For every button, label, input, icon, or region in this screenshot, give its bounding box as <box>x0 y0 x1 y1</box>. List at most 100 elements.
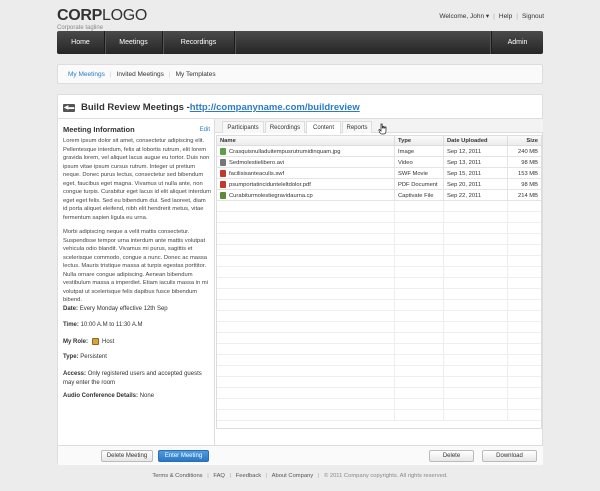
cell-name: Sedmolestielibero.avi <box>217 157 395 168</box>
file-icon <box>220 181 226 188</box>
date-label: Date: <box>63 306 79 312</box>
empty-table-row <box>217 201 541 212</box>
cell-type-text: PDF Document <box>398 181 438 188</box>
table-row[interactable]: Crasquisnulladuitempusrutrumidinquam.jpg… <box>217 146 541 157</box>
audio-value: None <box>139 393 155 399</box>
empty-table-row <box>217 322 541 333</box>
table-header: Name Type Date Uploaded Size <box>217 136 541 146</box>
access-label: Access: <box>63 371 87 377</box>
access-detail: Access: Only registered users and accept… <box>63 370 203 387</box>
subnav-my-meetings[interactable]: My Meetings <box>63 71 110 78</box>
empty-table-row <box>217 355 541 366</box>
file-icon <box>220 192 226 199</box>
page-footer: Terms & Conditions | FAQ | Feedback | Ab… <box>0 473 600 479</box>
logo[interactable]: CORPLOGO Corporate tagline <box>57 7 147 32</box>
cell-name: facilisisanteaculis.swf <box>217 168 395 179</box>
cell-name: Curabiturmolestiegravidaurna.cp <box>217 190 395 201</box>
footer-link-feedback[interactable]: Feedback <box>236 473 261 479</box>
nav-recordings[interactable]: Recordings <box>163 31 235 54</box>
type-label: Type: <box>63 354 79 360</box>
cell-date: Sep 22, 2011 <box>444 190 508 201</box>
cell-size-text: 214 MB <box>518 192 538 199</box>
divider: | <box>516 12 518 20</box>
tab-reports[interactable]: Reports <box>342 121 372 133</box>
cell-type: PDF Document <box>395 179 444 190</box>
tab-content[interactable]: Content <box>306 121 341 134</box>
cell-size: 98 MB <box>508 179 541 190</box>
nav-admin[interactable]: Admin <box>491 31 543 54</box>
footer-link-faq[interactable]: FAQ <box>213 473 225 479</box>
role-label: My Role: <box>63 338 89 345</box>
table-row[interactable]: Sedmolestielibero.avi Video Sep 13, 2011 98… <box>217 157 541 168</box>
table-row[interactable]: facilisisanteaculis.swf SWF Movie Sep 15, … <box>217 168 541 179</box>
main-nav: Home Meetings Recordings Admin <box>57 31 543 54</box>
nav-meetings[interactable]: Meetings <box>105 31 163 54</box>
empty-table-row <box>217 410 541 421</box>
footer-link-about[interactable]: About Company <box>272 473 314 479</box>
cell-type-text: Image <box>398 148 415 155</box>
file-icon <box>220 148 226 155</box>
divider: | <box>317 473 320 479</box>
cell-name-text: Sedmolestielibero.avi <box>229 159 285 166</box>
cell-size-text: 98 MB <box>521 181 538 188</box>
delete-button[interactable]: Delete <box>429 450 474 462</box>
empty-table-row <box>217 300 541 311</box>
delete-meeting-button[interactable]: Delete Meeting <box>101 450 153 462</box>
subnav-invited-meetings[interactable]: Invited Meetings <box>112 71 169 78</box>
meeting-info-panel: Meeting Information Edit Lorem ipsum dol… <box>58 118 215 465</box>
empty-table-row <box>217 366 541 377</box>
table-row[interactable]: psumportatincidunteleltdolor.pdf PDF Docu… <box>217 179 541 190</box>
copyright: © 2011 Company copyrights. All rights re… <box>323 473 448 479</box>
empty-table-row <box>217 234 541 245</box>
cell-date-text: Sep 22, 2011 <box>447 192 482 199</box>
cell-type: Video <box>395 157 444 168</box>
cell-name: Crasquisnulladuitempusrutrumidinquam.jpg <box>217 146 395 157</box>
cell-size: 214 MB <box>508 190 541 201</box>
tab-participants[interactable]: Participants <box>222 121 264 133</box>
description-paragraph-2: Morbi adipiscing neque a velit mattis co… <box>63 229 208 303</box>
cell-type: Image <box>395 146 444 157</box>
enter-meeting-button[interactable]: Enter Meeting <box>158 450 209 462</box>
download-button[interactable]: Download <box>482 450 537 462</box>
logo-bold: CORP <box>57 7 103 24</box>
back-icon[interactable]: ◀▬ <box>63 103 75 112</box>
hand-cursor-icon <box>378 123 387 135</box>
help-link[interactable]: Help <box>499 13 512 20</box>
table-row[interactable]: Curabiturmolestiegravidaurna.cp Captivate… <box>217 190 541 201</box>
cell-size: 240 MB <box>508 146 541 157</box>
tab-recordings[interactable]: Recordings <box>265 121 305 133</box>
time-detail: Time: 10:00 A.M to 11:30 A.M <box>63 322 211 328</box>
cell-type-text: SWF Movie <box>398 170 428 177</box>
empty-table-row <box>217 388 541 399</box>
cell-name: psumportatincidunteleltdolor.pdf <box>217 179 395 190</box>
cell-name-text: Curabiturmolestiegravidaurna.cp <box>229 192 313 199</box>
empty-table-row <box>217 267 541 278</box>
meeting-actions: Delete Meeting Enter Meeting <box>58 445 215 465</box>
cell-date-text: Sep 15, 2011 <box>447 170 482 177</box>
cell-size-text: 240 MB <box>518 148 538 155</box>
column-header-name[interactable]: Name <box>217 136 395 146</box>
empty-table-row <box>217 245 541 256</box>
divider: | <box>229 473 232 479</box>
empty-table-row <box>217 289 541 300</box>
signout-link[interactable]: Signout <box>522 13 544 20</box>
role-detail: My Role: Host <box>63 338 211 345</box>
footer-link-terms[interactable]: Terms & Conditions <box>152 473 202 479</box>
divider: | <box>207 473 209 479</box>
meeting-url-link[interactable]: http://companyname.com/buildreview <box>190 102 360 113</box>
page-title: Build Review Meetings - <box>81 102 190 113</box>
nav-home[interactable]: Home <box>57 31 105 54</box>
description-paragraph-1: Lorem ipsum dolor sit amet, consectetur … <box>63 138 211 221</box>
column-header-size[interactable]: Size <box>508 136 541 146</box>
column-header-date[interactable]: Date Uploaded <box>444 136 508 146</box>
edit-link[interactable]: Edit <box>200 127 210 133</box>
cell-name-text: psumportatincidunteleltdolor.pdf <box>229 181 311 188</box>
empty-table-row <box>217 212 541 223</box>
audio-detail: Audio Conference Details: None <box>63 393 211 399</box>
time-label: Time: <box>63 322 79 328</box>
column-header-type[interactable]: Type <box>395 136 444 146</box>
subnav-my-templates[interactable]: My Templates <box>171 71 221 78</box>
empty-table-row <box>217 311 541 322</box>
cell-date-text: Sep 12, 2011 <box>447 148 482 155</box>
welcome-user-menu[interactable]: Welcome, John ▾ <box>439 12 489 20</box>
